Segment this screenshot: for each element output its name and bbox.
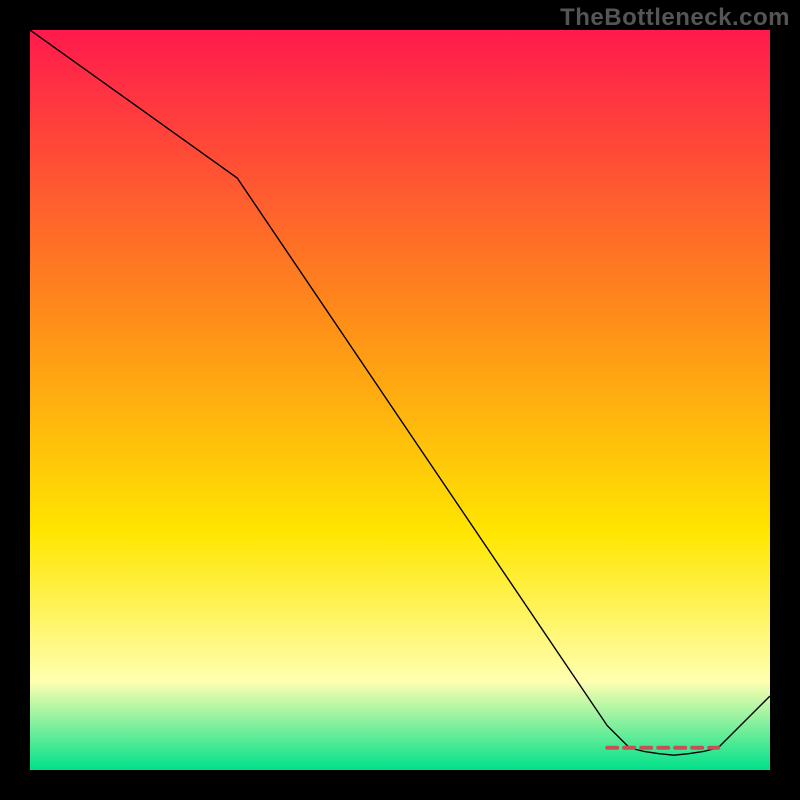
plot-area xyxy=(30,30,770,770)
chart-frame: TheBottleneck.com xyxy=(0,0,800,800)
watermark-text: TheBottleneck.com xyxy=(560,4,790,32)
plot-svg xyxy=(30,30,770,770)
gradient-background xyxy=(30,30,770,770)
